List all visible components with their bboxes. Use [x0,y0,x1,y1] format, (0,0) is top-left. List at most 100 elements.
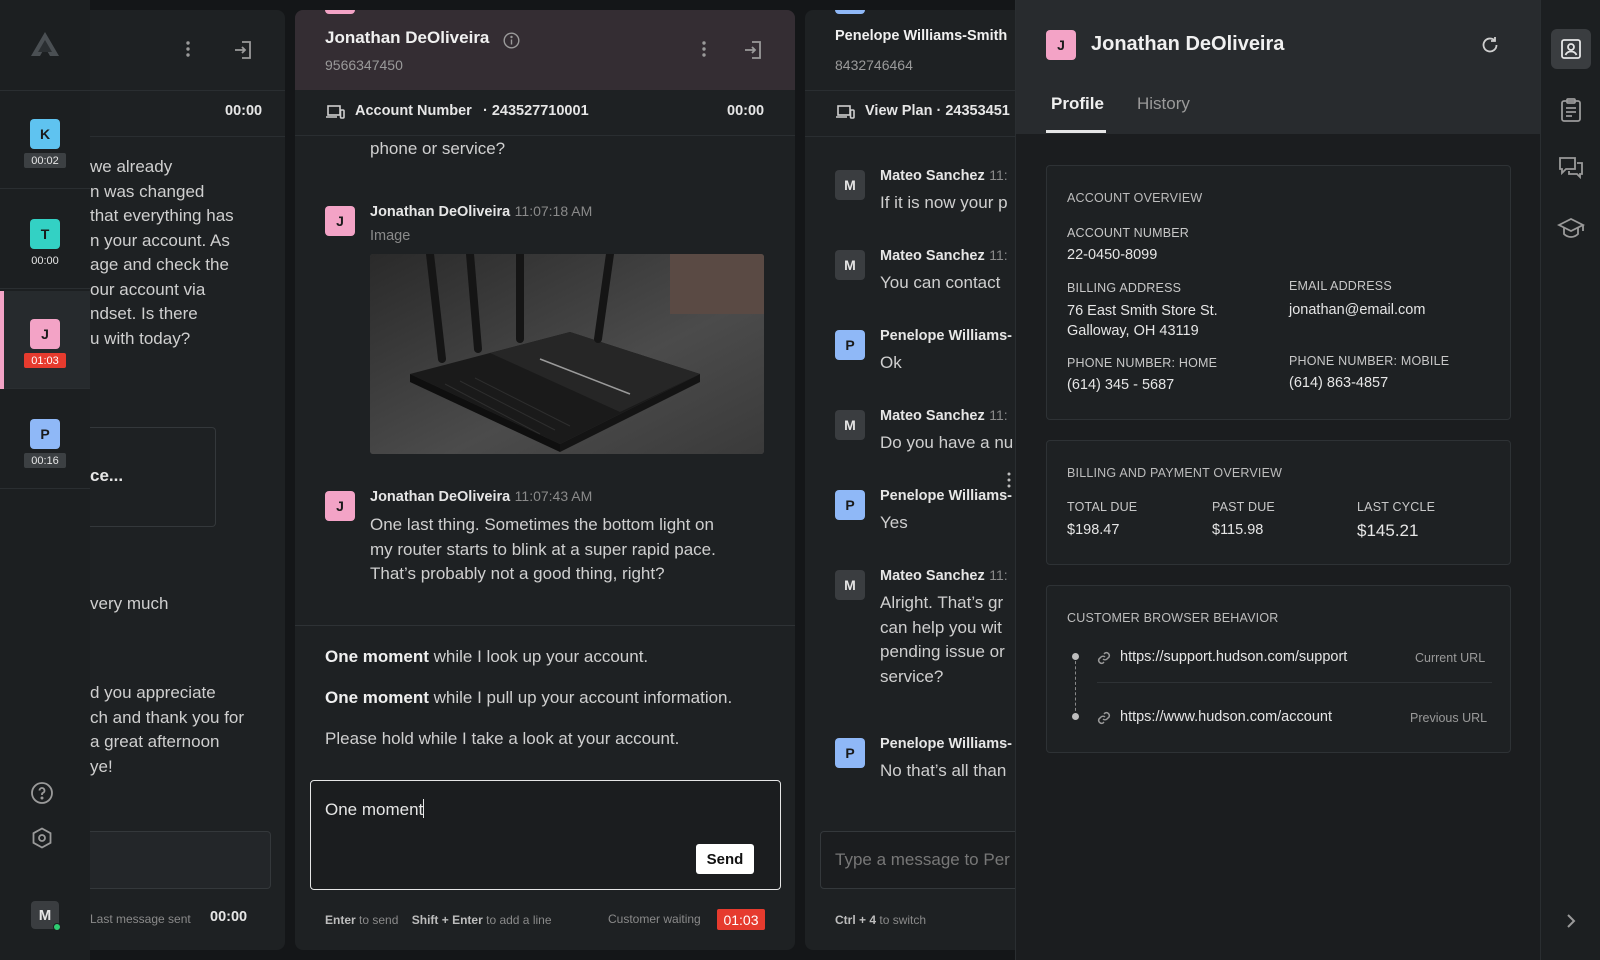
chevron-right-icon[interactable] [1565,913,1577,929]
total-due-label: TOTAL DUE [1067,500,1138,514]
settings-icon[interactable] [30,826,54,850]
avatar: M [835,410,865,440]
avatar: P [835,490,865,520]
link-icon [1097,651,1111,665]
timeline-dot [1072,653,1079,660]
past-due: $115.98 [1212,522,1264,538]
message-item: J [325,491,355,521]
message-time: 11:07:43 AM [514,488,593,504]
message-text: Yes [880,513,908,532]
app-logo-icon [28,30,62,58]
card-title: ce... [90,466,124,485]
message-meta: Jonathan DeOliveira 11:07:43 AM [370,488,592,506]
chat-tab-j[interactable]: J 01:03 [0,291,90,389]
chat-timer: 00:02 [24,153,66,168]
avatar-peek [835,10,865,14]
view-plan-link[interactable]: View Plan · 24353451 [865,103,1015,119]
message-meta: Mateo Sanchez 11: [880,167,1015,185]
graduation-cap-icon[interactable] [1557,216,1585,240]
send-button[interactable]: Send [696,844,754,874]
tab-profile[interactable]: Profile [1051,94,1104,114]
message-text: You can contact [880,273,1001,292]
contact-card-icon [1559,37,1583,61]
message-input[interactable] [90,831,271,889]
avatar: J [325,206,355,236]
customer-waiting-label: Customer waiting [608,912,701,926]
right-toolbar [1540,0,1600,960]
chat-header: Jonathan DeOliveira 9566347450 [295,10,795,90]
sender-name: Penelope Williams- [880,328,1013,344]
router-image[interactable] [370,254,764,454]
message-meta: Jonathan DeOliveira 11:07:18 AM [370,203,592,221]
last-message-label: Last message sent [90,912,191,926]
message-text: Do you have a nu [880,433,1014,452]
customer-phone: 8432746464 [835,57,913,73]
message-text: Alright. That’s gr can help you wit pendin… [880,593,1005,686]
customer-name: Penelope Williams-Smith [835,28,1008,44]
suggestion-2[interactable]: One moment while I pull up your account … [325,688,732,708]
link-preview-card[interactable]: ce... [90,427,216,527]
message-text: we already n was changed that everything … [90,157,234,348]
avatar: M [835,570,865,600]
avatar: J [1046,30,1076,60]
last-message-time: 00:00 [210,909,248,925]
exit-chat-icon[interactable] [233,40,253,60]
message-text: d you appreciate ch and thank you for a gr… [90,683,245,776]
message-text: No that’s all than [880,761,1007,780]
previous-url-tag: Previous URL [1410,711,1488,725]
message-time: 11: [989,567,1008,583]
suggestion-1[interactable]: One moment while I look up your account. [325,647,648,667]
more-options-icon[interactable] [185,40,191,58]
message-input[interactable]: Type a message to Per [820,831,1015,889]
chat-panel-3: Penelope Williams-Smith 8432746464 View … [805,10,1015,950]
section-title: BILLING AND PAYMENT OVERVIEW [1067,466,1283,480]
info-icon[interactable] [503,32,520,49]
chat-timer: 00:16 [24,453,66,468]
keyboard-hints: Enter to send Shift + Enter to add a lin… [325,913,552,927]
sender-name: Mateo Sanchez [880,248,985,264]
chat-panel-1: 00:00 we already n was changed that every… [90,10,285,950]
customer-phone: 9566347450 [325,57,403,73]
input-placeholder: Type a message to Per [835,850,1010,869]
sender-name: Mateo Sanchez [880,568,985,584]
sender-name: Penelope Williams- [880,488,1013,504]
section-title: ACCOUNT OVERVIEW [1067,191,1203,205]
avatar: J [325,491,355,521]
tab-history[interactable]: History [1137,94,1190,114]
previous-url[interactable]: https://www.hudson.com/account [1120,709,1332,725]
chat-tab-t[interactable]: T 00:00 [0,191,90,289]
waiting-time-badge: 01:03 [717,909,765,930]
resize-handle-icon[interactable] [1006,470,1012,490]
chat-bubbles-icon[interactable] [1558,155,1584,179]
message-time: 11: [989,407,1008,423]
chat-panel-active: Jonathan DeOliveira 9566347450 Account N… [295,10,795,950]
message-input[interactable]: One moment Send [310,780,781,890]
chat-tab-p[interactable]: P 00:16 [0,391,90,489]
account-number-label: Account Number [355,103,472,119]
message-meta: Mateo Sanchez 11: [880,247,1015,265]
clipboard-icon[interactable] [1559,97,1583,123]
exit-chat-icon[interactable] [743,40,763,60]
customer-name: Jonathan DeOliveira [325,28,490,47]
message-item: J [325,206,355,236]
left-rail: K 00:02 T 00:00 J 01:03 P 00:16 M [0,0,90,960]
email-label: EMAIL ADDRESS [1289,279,1392,293]
sender-name: Mateo Sanchez [880,168,985,184]
chat-timer: 00:00 [31,254,59,267]
chat-timer: 00:00 [225,103,263,119]
profile-name: Jonathan DeOliveira [1091,33,1285,55]
refresh-icon[interactable] [1480,35,1500,55]
message-meta: Mateo Sanchez 11: [880,567,1015,585]
suggestion-3[interactable]: Please hold while I take a look at your … [325,729,679,749]
account-number-value: · 243527710001 [483,103,589,119]
timeline-dot [1072,713,1079,720]
active-indicator [0,291,4,389]
profile-panel: J Jonathan DeOliveira Profile History AC… [1007,0,1541,960]
chat-tab-k[interactable]: K 00:02 [0,91,90,189]
more-options-icon[interactable] [701,40,707,58]
avatar: P [835,738,865,768]
help-icon[interactable] [30,781,54,805]
browser-behavior-section: CUSTOMER BROWSER BEHAVIOR https://suppor… [1046,585,1511,753]
current-url[interactable]: https://support.hudson.com/support [1120,649,1347,665]
contact-card-button[interactable] [1551,29,1591,69]
